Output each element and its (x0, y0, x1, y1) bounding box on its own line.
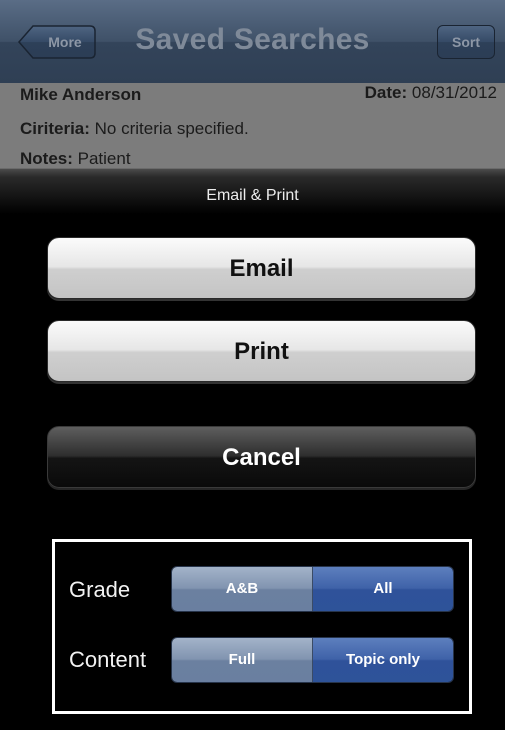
email-button[interactable]: Email (47, 237, 476, 299)
content-label: Content (69, 647, 147, 672)
cancel-button[interactable]: Cancel (47, 426, 476, 488)
grade-segment-ab[interactable]: A&B (172, 567, 313, 611)
page-title: Saved Searches (135, 23, 370, 56)
action-sheet-title: Email & Print (206, 187, 299, 204)
grade-segmented-control[interactable]: A&B All (171, 566, 454, 612)
content-segment-topic-only[interactable]: Topic only (313, 638, 453, 682)
sort-button[interactable]: Sort (437, 25, 495, 59)
print-button[interactable]: Print (47, 320, 476, 382)
record-name: Mike Anderson (20, 85, 142, 104)
record-criteria: Ciriteria: No criteria specified. (20, 119, 249, 138)
grade-label: Grade (69, 577, 131, 602)
navigation-bar: More Saved Searches Sort (0, 0, 505, 84)
record-date: Date: 08/31/2012 (364, 83, 497, 102)
record-notes: Notes: Patient (20, 149, 131, 168)
options-panel: Grade A&B All Content Full Topic only (52, 539, 472, 714)
grade-segment-all[interactable]: All (313, 567, 453, 611)
screen: More Saved Searches Sort Mike Anderson D… (0, 0, 505, 730)
content-segmented-control[interactable]: Full Topic only (171, 637, 454, 683)
content-segment-full[interactable]: Full (172, 638, 313, 682)
